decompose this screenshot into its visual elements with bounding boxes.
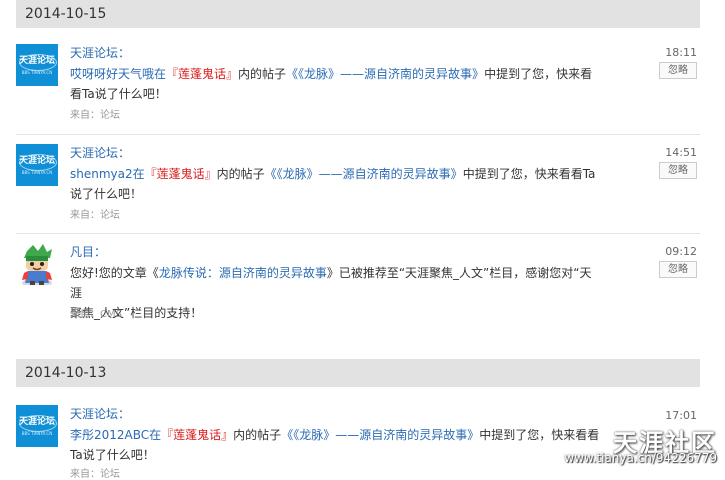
sender-name[interactable]: 天涯论坛： — [70, 144, 130, 161]
message-line2: 说了什么吧！ — [70, 187, 143, 201]
cartoon-avatar-icon — [22, 244, 52, 285]
notification-item: 凡目： 您好!您的文章《龙脉传说：源自济南的灵异故事》已被推荐至“天涯聚焦_人文… — [16, 243, 700, 323]
source-label: 来自：CMS — [70, 309, 122, 320]
logo-text: 天涯论坛 — [18, 56, 55, 66]
message-tail: 中提到了您，快来看 — [484, 67, 593, 81]
logo-subtext: BBS TIANYA.CN — [21, 70, 53, 75]
message-text: shenmya2在『莲蓬鬼话』内的帖子《《龙脉》——源自济南的灵异故事》中提到了… — [70, 164, 600, 204]
user-avatar[interactable] — [16, 243, 58, 285]
message-prefix[interactable]: shenmya2在 — [70, 167, 145, 181]
ignore-button[interactable]: 忽略 — [659, 162, 697, 179]
watermark-url: www.tianya.cn/94226779 — [564, 451, 717, 465]
notification-item: 天涯论坛 BBS TIANYA.CN 天涯论坛： shenmya2在『莲蓬鬼话』… — [16, 144, 700, 224]
message-mid: 内的帖子 — [216, 167, 265, 181]
logo-text: 天涯论坛 — [18, 156, 55, 166]
message-text: 您好!您的文章《龙脉传说：源自济南的灵异故事》已被推荐至“天涯聚焦_人文”栏目，… — [70, 263, 600, 323]
date-header: 2014-10-15 — [16, 0, 700, 28]
post-link[interactable]: 《《龙脉》——源自济南的灵异故事》 — [281, 428, 479, 442]
sender-name[interactable]: 凡目： — [70, 243, 106, 260]
ignore-button[interactable]: 忽略 — [659, 62, 697, 79]
divider — [16, 134, 700, 135]
source-label: 来自：论坛 — [70, 110, 120, 121]
source-label: 来自：论坛 — [70, 469, 120, 480]
divider — [16, 233, 700, 234]
post-link[interactable]: 《《龙脉》——源自济南的灵异故事》 — [286, 67, 484, 81]
message-mid: 内的帖子 — [238, 67, 287, 81]
timestamp: 18:11 — [665, 46, 697, 59]
tianya-avatar[interactable]: 天涯论坛 BBS TIANYA.CN — [16, 144, 58, 186]
board-link[interactable]: 『莲蓬鬼话』 — [145, 167, 217, 181]
logo-subtext: BBS TIANYA.CN — [21, 431, 53, 436]
tianya-avatar[interactable]: 天涯论坛 BBS TIANYA.CN — [16, 405, 58, 447]
sender-name[interactable]: 天涯论坛： — [70, 405, 130, 422]
message-tail: 中提到了您，快来看看Ta — [462, 167, 596, 181]
notification-item: 天涯论坛 BBS TIANYA.CN 天涯论坛： 哎呀呀好天气哦在『莲蓬鬼话』内… — [16, 44, 700, 124]
ignore-button[interactable]: 忽略 — [659, 261, 697, 278]
post-link[interactable]: 《《龙脉》——源自济南的灵异故事》 — [265, 167, 463, 181]
article-link[interactable]: 龙脉传说：源自济南的灵异故事 — [159, 266, 327, 280]
message-text: 李彤2012ABC在『莲蓬鬼话』内的帖子《《龙脉》——源自济南的灵异故事》中提到… — [70, 425, 600, 465]
board-link[interactable]: 『莲蓬鬼话』 — [166, 67, 238, 81]
date-header: 2014-10-13 — [16, 359, 700, 387]
logo-subtext: BBS TIANYA.CN — [21, 170, 53, 175]
source-label: 来自：论坛 — [70, 210, 120, 221]
timestamp: 09:12 — [665, 245, 697, 258]
message-prefix: 您好!您的文章《 — [70, 266, 159, 280]
logo-text: 天涯论坛 — [18, 417, 55, 427]
board-link[interactable]: 『莲蓬鬼话』 — [161, 428, 233, 442]
message-prefix[interactable]: 李彤2012ABC在 — [70, 428, 161, 442]
message-line2: Ta说了什么吧！ — [70, 448, 155, 462]
timestamp: 17:01 — [665, 409, 697, 422]
sender-name[interactable]: 天涯论坛： — [70, 44, 130, 61]
tianya-avatar[interactable]: 天涯论坛 BBS TIANYA.CN — [16, 44, 58, 86]
message-line2: 看Ta说了什么吧！ — [70, 87, 167, 101]
timestamp: 14:51 — [665, 146, 697, 159]
message-prefix[interactable]: 哎呀呀好天气哦在 — [70, 67, 166, 81]
message-mid: 内的帖子 — [233, 428, 282, 442]
message-text: 哎呀呀好天气哦在『莲蓬鬼话』内的帖子《《龙脉》——源自济南的灵异故事》中提到了您… — [70, 64, 600, 104]
watermark: 天涯社区 www.tianya.cn/94226779 — [541, 423, 721, 471]
